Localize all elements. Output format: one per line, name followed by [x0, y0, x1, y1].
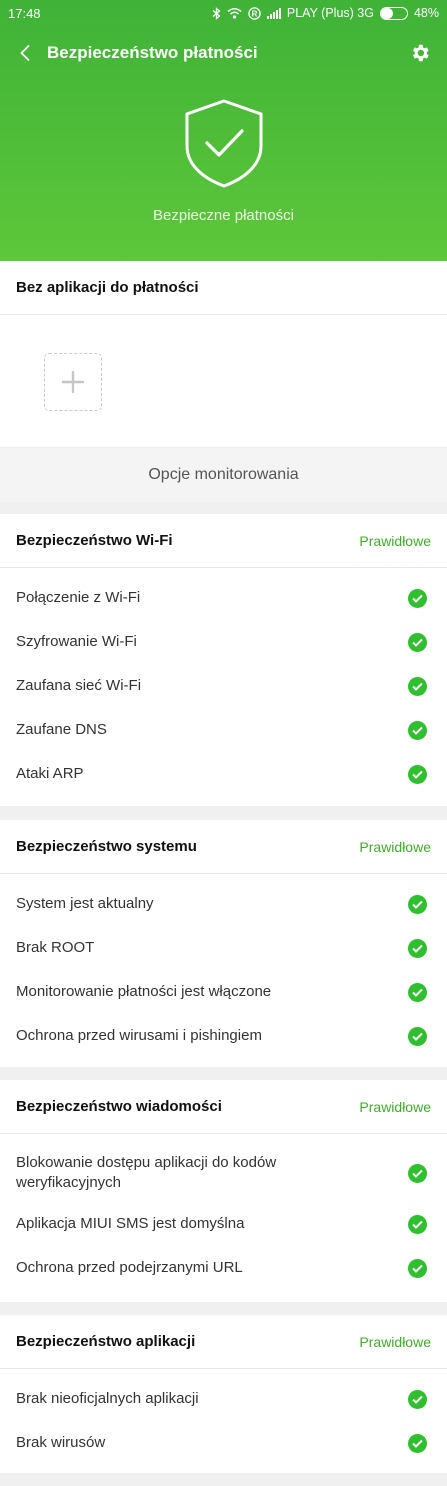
plus-icon — [62, 371, 84, 393]
payment-apps-header: Bez aplikacji do płatności — [0, 261, 447, 315]
page-title: Bezpieczeństwo płatności — [47, 43, 258, 62]
gear-icon — [412, 44, 429, 62]
section-status: Prawidłowe — [359, 1333, 431, 1350]
battery-icon — [379, 6, 408, 20]
check-item: Brak ROOT — [0, 926, 447, 970]
check-item-label: Brak nieoficjalnych aplikacji — [16, 1390, 199, 1407]
check-item-label: Blokowanie dostępu aplikacji do kodów we… — [16, 1154, 277, 1191]
check-icon — [408, 982, 427, 1002]
check-item-label: Ataki ARP — [16, 765, 84, 782]
check-item-label: Monitorowanie płatności jest włączone — [16, 983, 272, 1000]
section-title: Bezpieczeństwo systemu — [16, 838, 197, 855]
signal-icon — [266, 7, 281, 19]
chevron-left-icon — [20, 44, 30, 62]
check-icon — [408, 1214, 427, 1234]
check-item: Blokowanie dostępu aplikacji do kodów we… — [0, 1144, 447, 1202]
check-item: Połączenie z Wi-Fi — [0, 576, 447, 620]
check-item-label: Brak ROOT — [16, 939, 95, 956]
check-icon — [408, 676, 427, 696]
check-item: Aplikacja MIUI SMS jest domyślna — [0, 1202, 447, 1246]
section-title: Bezpieczeństwo aplikacji — [16, 1333, 196, 1350]
title-bar: Bezpieczeństwo płatności — [0, 34, 447, 72]
section-apps: Bezpieczeństwo aplikacji Prawidłowe Brak… — [0, 1315, 447, 1473]
check-item-label: Aplikacja MIUI SMS jest domyślna — [16, 1215, 245, 1232]
section-status: Prawidłowe — [359, 532, 431, 549]
check-icon — [408, 1026, 427, 1046]
payment-apps-title: Bez aplikacji do płatności — [16, 279, 199, 296]
check-item: Ataki ARP — [0, 752, 447, 796]
section-title: Bezpieczeństwo wiadomości — [16, 1098, 222, 1115]
section-status: Prawidłowe — [359, 1098, 431, 1115]
check-item: Szyfrowanie Wi-Fi — [0, 620, 447, 664]
check-icon — [408, 588, 427, 608]
check-item-label: Brak wirusów — [16, 1434, 106, 1451]
section-status: Prawidłowe — [359, 838, 431, 855]
check-icon — [408, 632, 427, 652]
check-icon — [408, 1389, 427, 1409]
payment-apps-card: Bez aplikacji do płatności — [0, 261, 447, 447]
check-item: Ochrona przed wirusami i pishingiem — [0, 1014, 447, 1058]
section-title: Bezpieczeństwo Wi-Fi — [16, 532, 173, 549]
section-system: Bezpieczeństwo systemu Prawidłowe System… — [0, 820, 447, 1067]
check-icon — [408, 938, 427, 958]
check-item-label: System jest aktualny — [16, 895, 154, 912]
section-header: Bezpieczeństwo wiadomości Prawidłowe — [0, 1080, 447, 1134]
check-icon — [408, 1163, 427, 1183]
check-item-label: Ochrona przed wirusami i pishingiem — [16, 1027, 262, 1044]
section-header: Bezpieczeństwo Wi-Fi Prawidłowe — [0, 514, 447, 568]
wifi-icon — [227, 7, 242, 19]
roaming-icon: R — [248, 6, 261, 20]
check-item-label: Połączenie z Wi-Fi — [16, 589, 141, 606]
check-item: Brak wirusów — [0, 1421, 447, 1465]
status-time: 17:48 — [8, 5, 41, 21]
check-item: Brak nieoficjalnych aplikacji — [0, 1377, 447, 1421]
check-icon — [408, 1258, 427, 1278]
battery-percent: 48% — [413, 6, 439, 20]
check-item: Zaufane DNS — [0, 708, 447, 752]
settings-button[interactable] — [405, 38, 435, 68]
check-item: Monitorowanie płatności jest włączone — [0, 970, 447, 1014]
check-icon — [408, 764, 427, 784]
hero-status-label: Bezpieczne płatności — [153, 207, 294, 224]
check-item: System jest aktualny — [0, 882, 447, 926]
monitoring-options-label: Opcje monitorowania — [148, 466, 299, 483]
check-item: Ochrona przed podejrzanymi URL — [0, 1246, 447, 1290]
check-icon — [408, 894, 427, 914]
back-button[interactable] — [10, 38, 40, 68]
battery-fill — [380, 7, 394, 19]
section-messages: Bezpieczeństwo wiadomości Prawidłowe Blo… — [0, 1080, 447, 1302]
shield-check-icon — [185, 99, 263, 188]
check-item-label: Szyfrowanie Wi-Fi — [16, 633, 137, 650]
check-item-label: Zaufana sieć Wi-Fi — [16, 677, 142, 694]
check-icon — [408, 720, 427, 740]
roaming-label: R — [252, 9, 258, 18]
check-icon — [408, 1433, 427, 1453]
check-item: Zaufana sieć Wi-Fi — [0, 664, 447, 708]
add-app-button[interactable] — [44, 353, 102, 411]
monitoring-options-button[interactable]: Opcje monitorowania — [0, 447, 447, 502]
section-wifi: Bezpieczeństwo Wi-Fi Prawidłowe Połączen… — [0, 514, 447, 806]
header: 17:48 R PLAY (Plus) 3G 48% Bezpieczeństw… — [0, 0, 447, 261]
bluetooth-icon — [212, 6, 221, 20]
section-header: Bezpieczeństwo systemu Prawidłowe — [0, 820, 447, 874]
check-item-label: Zaufane DNS — [16, 721, 107, 738]
payment-apps-list — [0, 315, 447, 447]
section-header: Bezpieczeństwo aplikacji Prawidłowe — [0, 1315, 447, 1369]
carrier-label: PLAY (Plus) 3G — [286, 6, 374, 20]
check-item-label: Ochrona przed podejrzanymi URL — [16, 1259, 243, 1276]
status-bar: 17:48 R PLAY (Plus) 3G 48% — [0, 0, 447, 26]
